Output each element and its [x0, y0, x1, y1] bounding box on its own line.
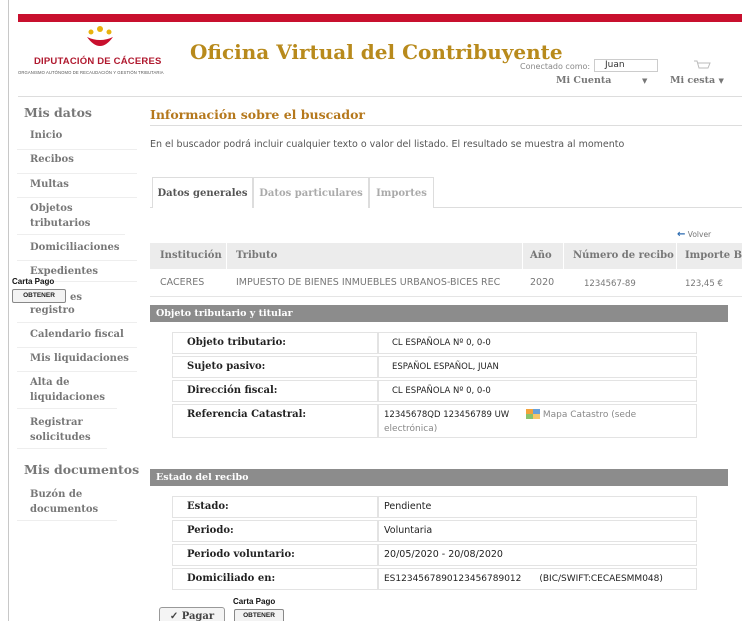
shopping-cart-icon[interactable]	[693, 60, 711, 72]
brand-top-bar	[18, 14, 742, 22]
value-periodo-voluntario: 20/05/2020 - 20/08/2020	[378, 544, 697, 566]
header-divider	[18, 96, 742, 97]
column-header-importe[interactable]: Importe Ba	[685, 250, 742, 261]
label-referencia-catastral: Referencia Catastral:	[172, 404, 378, 438]
carta-pago-obtener-button[interactable]: OBTENER	[12, 289, 66, 303]
connected-as-label: Conectado como:	[520, 62, 591, 71]
page-title: Información sobre el buscador	[150, 107, 365, 122]
sidebar-heading-mis-documentos: Mis documentos	[24, 462, 140, 477]
pay-button-label: Pagar	[181, 611, 215, 621]
sidebar-item-label: Mis liquidaciones	[30, 353, 129, 364]
column-header-institucion[interactable]: Institución	[160, 250, 222, 261]
back-link[interactable]: ← Volver	[677, 229, 711, 240]
cell-ano: 2020	[530, 277, 555, 288]
back-link-label: Volver	[687, 230, 712, 239]
arrow-left-icon: ←	[677, 229, 686, 240]
sidebar-item-registro[interactable]: registro	[17, 303, 137, 323]
account-menu[interactable]: Mi Cuenta	[556, 75, 611, 86]
column-header-ano[interactable]: Año	[530, 250, 552, 261]
value-sujeto-pasivo: ESPAÑOL ESPAÑOL, JUAN	[378, 356, 697, 378]
title-divider	[150, 125, 742, 126]
column-divider	[522, 243, 523, 269]
cell-importe: 123,45 €	[685, 279, 723, 289]
connected-user-name: Juan	[594, 59, 658, 72]
value-direccion-fiscal: CL ESPAÑOLA Nº 0, 0-0	[378, 380, 697, 402]
column-header-numero-recibo[interactable]: Número de recibo	[573, 250, 674, 261]
table-row-divider	[150, 296, 742, 297]
sidebar-item-fragment[interactable]: es	[70, 290, 137, 304]
logo-subtitle: ORGANISMO AUTÓNOMO DE RECAUDACIÓN Y GEST…	[18, 70, 164, 75]
label-objeto-tributario: Objeto tributario:	[172, 332, 378, 354]
sidebar-item-objetos-tributarios[interactable]: Objetos tributarios	[17, 201, 125, 235]
pay-button[interactable]: ✓ Pagar	[159, 607, 225, 621]
sidebar-item-label: Recibos	[30, 154, 74, 165]
sidebar-item-multas[interactable]: Multas	[17, 177, 137, 198]
cart-chevron-down-icon: ▼	[718, 76, 724, 85]
carta-pago-label: Carta Pago	[12, 277, 55, 286]
sidebar-item-label: Alta de liquidaciones	[30, 377, 105, 403]
cell-institucion: CACERES	[160, 277, 205, 288]
sidebar-item-mis-liquidaciones[interactable]: Mis liquidaciones	[17, 351, 137, 372]
account-menu-label: Mi Cuenta	[556, 75, 612, 86]
label-direccion-fiscal: Dirección fiscal:	[172, 380, 378, 402]
map-icon	[525, 408, 540, 419]
sidebar-item-label: Objetos tributarios	[30, 203, 91, 229]
cart-menu[interactable]: Mi cesta ▼	[670, 75, 724, 86]
section-header-estado-recibo: Estado del recibo	[150, 469, 728, 486]
account-chevron-down-icon[interactable]: ▼	[642, 77, 647, 85]
label-sujeto-pasivo: Sujeto pasivo:	[172, 356, 378, 378]
sidebar-item-label: Domiciliaciones	[30, 242, 120, 253]
iban-value: ES1234567890123456789012	[384, 574, 522, 584]
sidebar-item-label: Registrar solicitudes	[30, 417, 91, 443]
label-estado: Estado:	[172, 496, 378, 518]
checkmark-icon: ✓	[169, 611, 179, 621]
bic-value: (BIC/SWIFT:CECAESMM048)	[539, 574, 663, 584]
carta-pago-obtener-button-bottom[interactable]: OBTENER	[234, 609, 284, 621]
tab-datos-generales[interactable]: Datos generales	[152, 177, 253, 208]
sidebar-item-alta-liquidaciones[interactable]: Alta de liquidaciones	[17, 375, 117, 409]
value-periodo: Voluntaria	[378, 520, 697, 542]
mapa-catastro-link-text: Mapa Catastro (sede	[542, 410, 637, 420]
tab-datos-particulares[interactable]: Datos particulares	[253, 177, 369, 208]
column-divider	[563, 243, 564, 269]
label-periodo: Periodo:	[172, 520, 378, 542]
section-header-objeto-titular: Objeto tributario y titular	[150, 305, 728, 322]
sidebar-item-registrar-solicitudes[interactable]: Registrar solicitudes	[17, 415, 107, 449]
sidebar-item-buzon-documentos[interactable]: Buzón de documentos	[17, 487, 117, 521]
column-header-tributo[interactable]: Tributo	[236, 250, 277, 261]
search-info-text: En el buscador podrá incluir cualquier t…	[150, 139, 625, 150]
sidebar-heading-mis-datos: Mis datos	[24, 105, 92, 120]
label-domiciliado-en: Domiciliado en:	[172, 568, 378, 590]
sidebar-item-label: Multas	[30, 179, 69, 190]
column-divider	[676, 243, 677, 269]
diputacion-logo-icon	[87, 26, 113, 46]
sidebar-item-label: Inicio	[30, 130, 63, 141]
cell-tributo: IMPUESTO DE BIENES INMUEBLES URBANOS-BIC…	[236, 277, 501, 288]
sidebar-item-inicio[interactable]: Inicio	[17, 128, 137, 150]
value-referencia-catastral: 12345678QD 123456789 UW Mapa Catastro (s…	[378, 404, 697, 438]
carta-pago-label-bottom: Carta Pago	[233, 597, 276, 606]
app-title: Oficina Virtual del Contribuyente	[190, 40, 563, 64]
frame-border	[8, 0, 9, 621]
column-divider	[226, 243, 227, 269]
sidebar-item-label: Buzón de documentos	[30, 489, 99, 515]
value-domiciliado-en: ES1234567890123456789012 (BIC/SWIFT:CECAE…	[378, 568, 697, 590]
tab-importes[interactable]: Importes	[369, 177, 434, 208]
referencia-catastral-code: 12345678QD 123456789 UW	[384, 410, 510, 420]
sidebar-item-label: registro	[30, 305, 75, 316]
mapa-catastro-link-text-2[interactable]: electrónica)	[384, 424, 437, 434]
sidebar-item-recibos[interactable]: Recibos	[17, 152, 137, 174]
cell-numero-recibo: 1234567-89	[584, 279, 636, 289]
sidebar-item-calendario-fiscal[interactable]: Calendario fiscal	[17, 327, 137, 348]
cart-menu-label: Mi cesta	[670, 75, 716, 86]
sidebar-item-domiciliaciones[interactable]: Domiciliaciones	[17, 240, 137, 261]
logo-title: DIPUTACIÓN DE CÁCERES	[34, 56, 162, 67]
sidebar-item-label: Calendario fiscal	[30, 329, 124, 340]
mapa-catastro-link[interactable]: Mapa Catastro (sede	[525, 408, 637, 420]
value-objeto-tributario: CL ESPAÑOLA Nº 0, 0-0	[378, 332, 697, 354]
label-periodo-voluntario: Periodo voluntario:	[172, 544, 378, 566]
value-estado: Pendiente	[378, 496, 697, 518]
